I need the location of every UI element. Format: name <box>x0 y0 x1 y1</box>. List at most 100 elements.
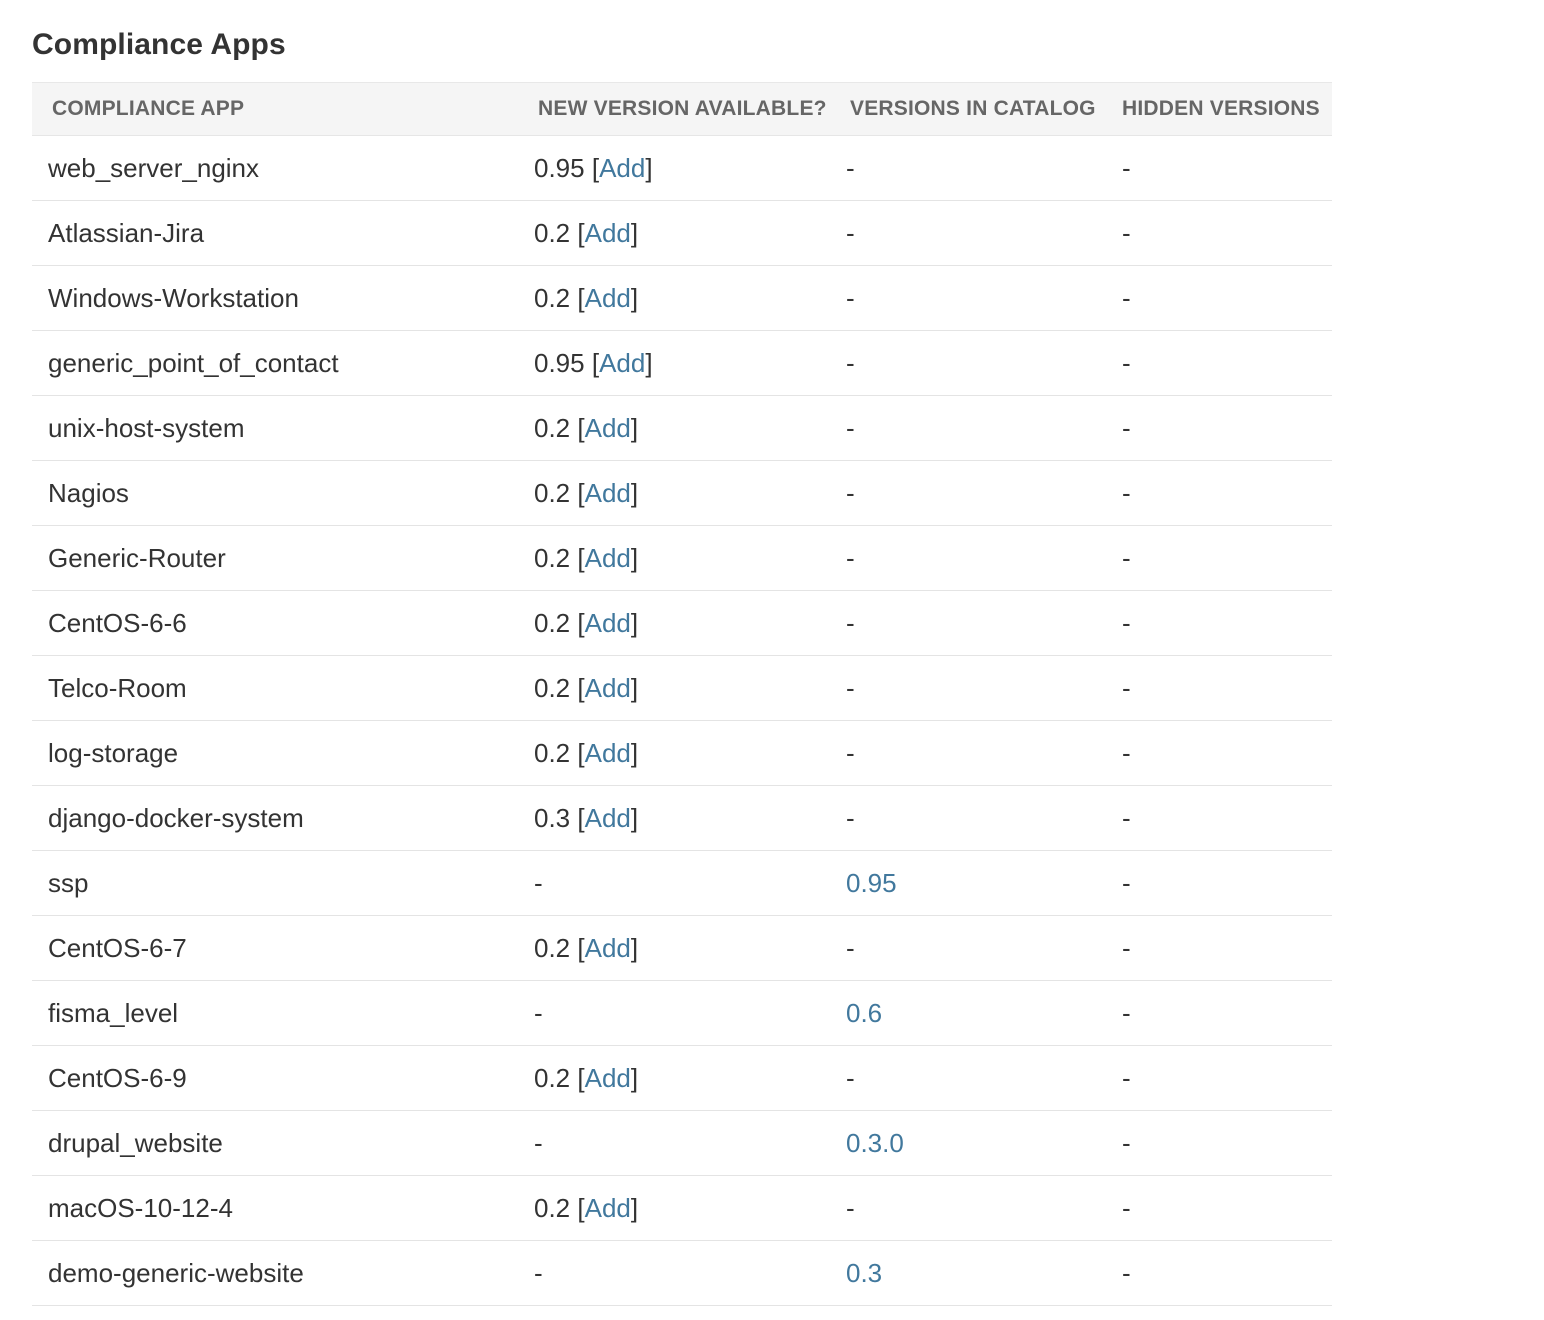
catalog-version-cell: - <box>834 721 1106 786</box>
compliance-app-name: Telco-Room <box>48 672 187 703</box>
new-version-cell: 0.2 [Add] <box>534 412 639 443</box>
add-version-link[interactable]: Add <box>585 1063 631 1093</box>
new-version-empty: - <box>534 1127 543 1158</box>
table-row: unix-host-system 0.2 [Add] - - <box>32 396 1332 461</box>
hidden-versions-cell: - <box>1122 217 1131 248</box>
add-version-link[interactable]: Add <box>585 608 631 638</box>
catalog-version-empty: - <box>846 802 855 833</box>
compliance-app-name: django-docker-system <box>48 802 304 833</box>
table-row: Telco-Room 0.2 [Add] - - <box>32 656 1332 721</box>
catalog-version-link[interactable]: 0.3.0 <box>846 1128 904 1158</box>
hidden-versions-cell: - <box>1122 152 1131 183</box>
catalog-version-empty: - <box>846 217 855 248</box>
compliance-app-name: CentOS-6-9 <box>48 1062 187 1093</box>
catalog-version-empty: - <box>846 737 855 768</box>
table-header-row: COMPLIANCE APP NEW VERSION AVAILABLE? VE… <box>32 82 1332 136</box>
hidden-versions-cell: - <box>1122 1192 1131 1223</box>
catalog-version-cell: - <box>834 526 1106 591</box>
add-version-link[interactable]: Add <box>585 283 631 313</box>
catalog-version-link[interactable]: 0.95 <box>846 868 897 898</box>
catalog-version-cell: - <box>834 591 1106 656</box>
new-version-cell: 0.2 [Add] <box>534 477 639 508</box>
catalog-version-empty: - <box>846 672 855 703</box>
hidden-versions-cell: - <box>1122 997 1131 1028</box>
new-version-number: 0.2 <box>534 607 571 638</box>
catalog-version-empty: - <box>846 347 855 378</box>
catalog-version-cell: - <box>834 266 1106 331</box>
hidden-versions-cell: - <box>1122 347 1131 378</box>
new-version-cell: - <box>522 1111 834 1176</box>
new-version-cell: 0.2 [Add] <box>534 932 639 963</box>
hidden-versions-cell: - <box>1122 672 1131 703</box>
catalog-version-empty: - <box>846 152 855 183</box>
catalog-version-cell: - <box>834 331 1106 396</box>
table-row: Nagios 0.2 [Add] - - <box>32 461 1332 526</box>
new-version-number: 0.2 <box>534 282 571 313</box>
hidden-versions-cell: - <box>1122 867 1131 898</box>
add-version-link[interactable]: Add <box>585 543 631 573</box>
table-row: generic_point_of_contact 0.95 [Add] - - <box>32 331 1332 396</box>
new-version-cell: - <box>522 1241 834 1306</box>
table-row: CentOS-6-6 0.2 [Add] - - <box>32 591 1332 656</box>
add-version-link[interactable]: Add <box>585 413 631 443</box>
add-version-link[interactable]: Add <box>599 348 645 378</box>
compliance-app-name: Atlassian-Jira <box>48 217 205 248</box>
hidden-versions-cell: - <box>1122 802 1131 833</box>
new-version-cell: 0.2 [Add] <box>534 1062 639 1093</box>
new-version-cell: 0.3 [Add] <box>534 802 639 833</box>
page-title: Compliance Apps <box>32 28 286 61</box>
compliance-apps-page: Compliance Apps COMPLIANCE APP NEW VERSI… <box>0 0 1544 1306</box>
new-version-cell: - <box>522 851 834 916</box>
new-version-number: 0.2 <box>534 672 571 703</box>
compliance-app-name: CentOS-6-6 <box>48 607 187 638</box>
new-version-number: 0.2 <box>534 1192 571 1223</box>
hidden-versions-cell: - <box>1122 477 1131 508</box>
new-version-cell: 0.2 [Add] <box>534 1192 639 1223</box>
table-row: fisma_level - 0.6 - <box>32 981 1332 1046</box>
table-header: COMPLIANCE APP NEW VERSION AVAILABLE? VE… <box>32 82 1332 136</box>
hidden-versions-cell: - <box>1122 282 1131 313</box>
add-version-link[interactable]: Add <box>599 153 645 183</box>
hidden-versions-cell: - <box>1122 412 1131 443</box>
catalog-version-empty: - <box>846 412 855 443</box>
column-header-versions-in-catalog: VERSIONS IN CATALOG <box>834 82 1106 136</box>
new-version-number: 0.2 <box>534 932 571 963</box>
catalog-version-link[interactable]: 0.6 <box>846 998 882 1028</box>
new-version-empty: - <box>534 997 543 1028</box>
add-version-link[interactable]: Add <box>585 803 631 833</box>
catalog-version-cell: - <box>834 201 1106 266</box>
compliance-app-name: Nagios <box>48 477 129 508</box>
table-row: django-docker-system 0.3 [Add] - - <box>32 786 1332 851</box>
add-version-link[interactable]: Add <box>585 673 631 703</box>
new-version-number: 0.3 <box>534 802 571 833</box>
catalog-version-cell: - <box>834 656 1106 721</box>
catalog-version-link[interactable]: 0.3 <box>846 1258 882 1288</box>
new-version-cell: 0.2 [Add] <box>534 542 639 573</box>
table-row: log-storage 0.2 [Add] - - <box>32 721 1332 786</box>
catalog-version-empty: - <box>846 542 855 573</box>
catalog-version-cell: 0.3 <box>834 1241 1106 1306</box>
add-version-link[interactable]: Add <box>585 933 631 963</box>
compliance-app-name: unix-host-system <box>48 412 245 443</box>
add-version-link[interactable]: Add <box>585 1193 631 1223</box>
table-row: CentOS-6-7 0.2 [Add] - - <box>32 916 1332 981</box>
compliance-app-name: ssp <box>48 867 89 898</box>
catalog-version-empty: - <box>846 1192 855 1223</box>
catalog-version-empty: - <box>846 932 855 963</box>
hidden-versions-cell: - <box>1122 1127 1131 1158</box>
new-version-number: 0.2 <box>534 412 571 443</box>
catalog-version-cell: - <box>834 916 1106 981</box>
add-version-link[interactable]: Add <box>585 738 631 768</box>
catalog-version-cell: 0.6 <box>834 981 1106 1046</box>
catalog-version-empty: - <box>846 477 855 508</box>
catalog-version-empty: - <box>846 282 855 313</box>
new-version-cell: 0.2 [Add] <box>534 282 639 313</box>
catalog-version-empty: - <box>846 607 855 638</box>
new-version-cell: - <box>522 981 834 1046</box>
compliance-app-name: web_server_nginx <box>48 152 260 183</box>
new-version-number: 0.2 <box>534 737 571 768</box>
add-version-link[interactable]: Add <box>585 218 631 248</box>
add-version-link[interactable]: Add <box>585 478 631 508</box>
column-header-compliance-app: COMPLIANCE APP <box>32 82 522 136</box>
table-row: ssp - 0.95 - <box>32 851 1332 916</box>
